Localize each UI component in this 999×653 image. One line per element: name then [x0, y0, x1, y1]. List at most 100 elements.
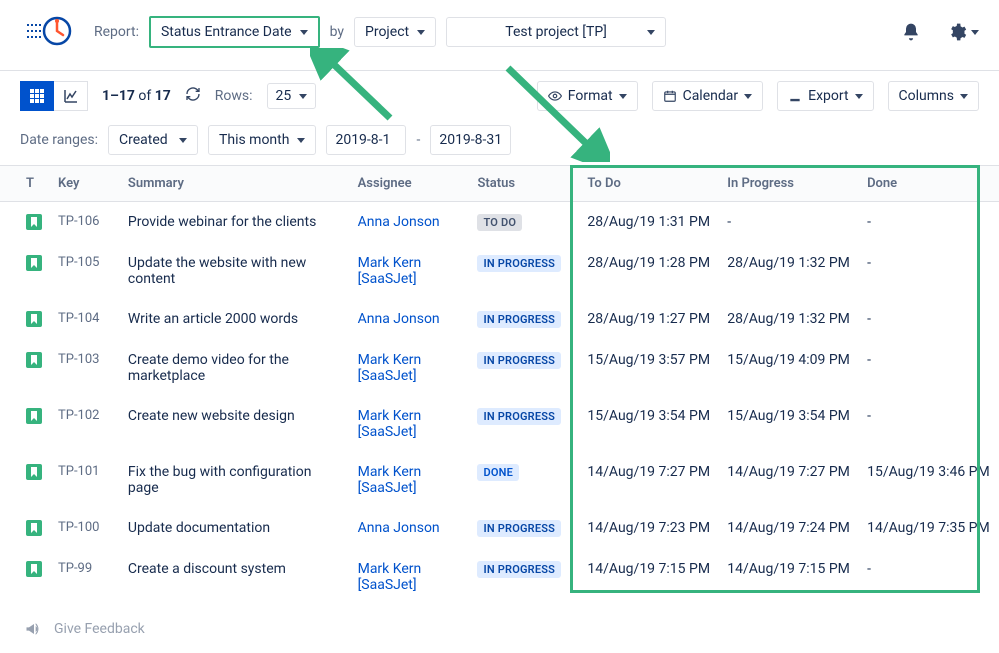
status-badge: IN PROGRESS	[477, 561, 561, 578]
date-to-input[interactable]: 2019-8-31	[430, 125, 511, 155]
done-date: 14/Aug/19 7:35 PM	[859, 508, 999, 549]
chevron-down-icon	[960, 94, 968, 99]
done-date: -	[859, 396, 999, 452]
gear-icon	[947, 22, 967, 42]
issue-key[interactable]: TP-100	[50, 508, 120, 549]
date-period-dropdown[interactable]: This month	[208, 125, 316, 155]
status-badge: IN PROGRESS	[477, 255, 561, 272]
issue-key[interactable]: TP-106	[50, 202, 120, 244]
rows-dropdown[interactable]: 25	[267, 83, 317, 109]
todo-date: 14/Aug/19 7:27 PM	[579, 452, 719, 508]
format-button[interactable]: Format	[537, 81, 638, 111]
chevron-down-icon	[744, 94, 752, 99]
filter-row: Date ranges: Created This month 2019-8-1…	[0, 121, 999, 165]
rows-label: Rows:	[215, 88, 253, 104]
bookmark-icon	[26, 464, 42, 480]
issue-summary[interactable]: Fix the bug with configuration page	[120, 452, 350, 508]
col-assignee[interactable]: Assignee	[350, 166, 470, 202]
columns-button[interactable]: Columns	[888, 81, 979, 111]
issue-summary[interactable]: Update the website with new content	[120, 243, 350, 299]
assignee-link[interactable]: Mark Kern[SaaSJet]	[350, 243, 470, 299]
grid-view-button[interactable]	[20, 81, 54, 111]
assignee-link[interactable]: Anna Jonson	[350, 299, 470, 340]
date-from-input[interactable]: 2019-8-1	[326, 125, 406, 155]
view-toggle	[20, 81, 88, 111]
table-header-row: T Key Summary Assignee Status To Do In P…	[0, 166, 999, 202]
assignee-link[interactable]: Mark Kern[SaaSJet]	[350, 549, 470, 605]
report-type-value: Status Entrance Date	[161, 24, 292, 40]
chevron-down-icon	[855, 94, 863, 99]
chart-view-button[interactable]	[54, 81, 88, 111]
table-wrap: T Key Summary Assignee Status To Do In P…	[0, 165, 999, 605]
col-inprogress[interactable]: In Progress	[719, 166, 859, 202]
issue-summary[interactable]: Update documentation	[120, 508, 350, 549]
assignee-link[interactable]: Anna Jonson	[350, 202, 470, 244]
assignee-link[interactable]: Mark Kern[SaaSJet]	[350, 396, 470, 452]
issue-key[interactable]: TP-102	[50, 396, 120, 452]
calendar-button[interactable]: Calendar	[652, 81, 764, 111]
table-row[interactable]: TP-104Write an article 2000 wordsAnna Jo…	[0, 299, 999, 340]
table-row[interactable]: TP-101Fix the bug with configuration pag…	[0, 452, 999, 508]
top-bar: Report: Status Entrance Date by Project …	[0, 0, 999, 71]
status-badge: IN PROGRESS	[477, 352, 561, 369]
table-row[interactable]: TP-106Provide webinar for the clientsAnn…	[0, 202, 999, 244]
by-label: by	[330, 24, 344, 40]
issue-summary[interactable]: Create a discount system	[120, 549, 350, 605]
issue-key[interactable]: TP-105	[50, 243, 120, 299]
done-date: -	[859, 549, 999, 605]
status-badge: DONE	[477, 464, 519, 481]
group-by-value: Project	[365, 24, 409, 40]
settings-dropdown[interactable]	[947, 22, 979, 42]
col-key[interactable]: Key	[50, 166, 120, 202]
assignee-org: [SaaSJet]	[358, 480, 462, 496]
assignee-org: [SaaSJet]	[358, 271, 462, 287]
table-row[interactable]: TP-102Create new website designMark Kern…	[0, 396, 999, 452]
chevron-down-icon	[299, 94, 307, 99]
col-type[interactable]: T	[0, 166, 50, 202]
rows-value: 25	[276, 88, 292, 104]
todo-date: 28/Aug/19 1:28 PM	[579, 243, 719, 299]
issue-summary[interactable]: Create demo video for the marketplace	[120, 340, 350, 396]
table-row[interactable]: TP-105Update the website with new conten…	[0, 243, 999, 299]
bookmark-icon	[26, 214, 42, 230]
bookmark-icon	[26, 352, 42, 368]
date-field-dropdown[interactable]: Created	[108, 125, 198, 155]
project-dropdown[interactable]: Test project [TP]	[446, 17, 666, 47]
assignee-org: [SaaSJet]	[358, 424, 462, 440]
assignee-link[interactable]: Mark Kern[SaaSJet]	[350, 340, 470, 396]
inprogress-date: 14/Aug/19 7:15 PM	[719, 549, 859, 605]
col-summary[interactable]: Summary	[120, 166, 350, 202]
issue-summary[interactable]: Write an article 2000 words	[120, 299, 350, 340]
issue-summary[interactable]: Provide webinar for the clients	[120, 202, 350, 244]
table-row[interactable]: TP-99Create a discount systemMark Kern[S…	[0, 549, 999, 605]
bookmark-icon	[26, 408, 42, 424]
issue-key[interactable]: TP-101	[50, 452, 120, 508]
group-by-dropdown[interactable]: Project	[354, 17, 436, 47]
issues-table: T Key Summary Assignee Status To Do In P…	[0, 165, 999, 605]
assignee-link[interactable]: Anna Jonson	[350, 508, 470, 549]
col-todo[interactable]: To Do	[579, 166, 719, 202]
inprogress-date: -	[719, 202, 859, 244]
report-type-dropdown[interactable]: Status Entrance Date	[149, 16, 320, 48]
date-ranges-label: Date ranges:	[20, 132, 98, 148]
todo-date: 14/Aug/19 7:23 PM	[579, 508, 719, 549]
app-logo	[20, 12, 80, 52]
done-date: -	[859, 243, 999, 299]
download-icon	[788, 89, 802, 103]
issue-key[interactable]: TP-103	[50, 340, 120, 396]
notifications-bell-icon[interactable]	[901, 22, 921, 42]
table-row[interactable]: TP-103Create demo video for the marketpl…	[0, 340, 999, 396]
export-button[interactable]: Export	[777, 81, 873, 111]
refresh-icon[interactable]	[185, 86, 201, 106]
col-done[interactable]: Done	[859, 166, 999, 202]
table-row[interactable]: TP-100Update documentationAnna JonsonIN …	[0, 508, 999, 549]
issue-key[interactable]: TP-99	[50, 549, 120, 605]
chevron-down-icon	[179, 138, 187, 143]
todo-date: 28/Aug/19 1:31 PM	[579, 202, 719, 244]
done-date: 15/Aug/19 3:46 PM	[859, 452, 999, 508]
assignee-link[interactable]: Mark Kern[SaaSJet]	[350, 452, 470, 508]
issue-key[interactable]: TP-104	[50, 299, 120, 340]
give-feedback-link[interactable]: Give Feedback	[0, 605, 999, 653]
col-status[interactable]: Status	[469, 166, 579, 202]
issue-summary[interactable]: Create new website design	[120, 396, 350, 452]
